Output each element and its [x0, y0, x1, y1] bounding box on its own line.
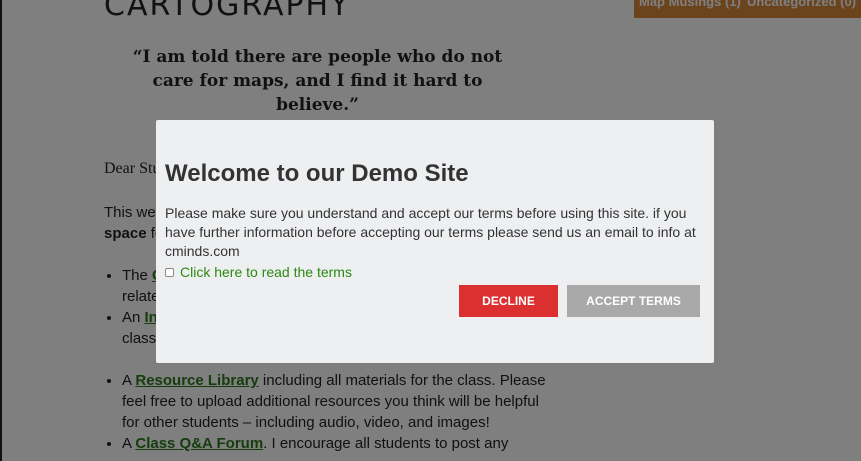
decline-button[interactable]: DECLINE: [459, 285, 558, 317]
accept-terms-button[interactable]: ACCEPT TERMS: [567, 285, 700, 317]
modal-body: Please make sure you understand and acce…: [165, 205, 696, 259]
terms-checkbox[interactable]: [165, 267, 174, 277]
terms-link[interactable]: Click here to read the terms: [180, 264, 352, 280]
terms-row: Click here to read the terms: [165, 263, 352, 281]
terms-modal: Welcome to our Demo Site Please make sur…: [156, 120, 714, 363]
modal-title: Welcome to our Demo Site: [165, 160, 469, 187]
